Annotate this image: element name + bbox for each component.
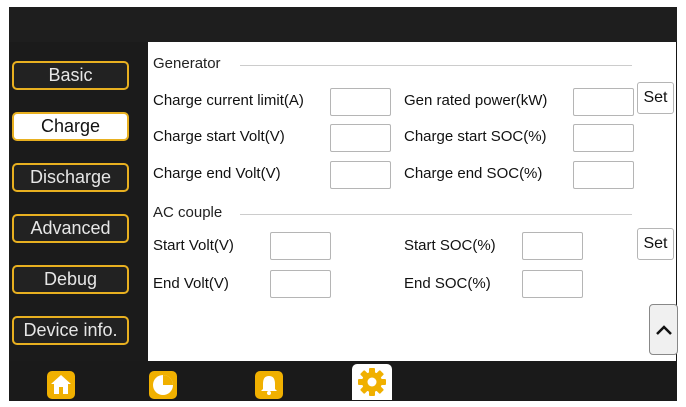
tab-settings[interactable] xyxy=(352,364,392,400)
section-divider xyxy=(240,65,632,66)
start-soc-input[interactable] xyxy=(522,232,583,260)
sidebar-item-discharge[interactable]: Discharge xyxy=(12,163,129,192)
sidebar-item-debug[interactable]: Debug xyxy=(12,265,129,294)
charge-end-volt-label: Charge end Volt(V) xyxy=(153,165,281,182)
charge-current-limit-input[interactable] xyxy=(330,88,391,116)
charge-start-soc-input[interactable] xyxy=(573,124,634,152)
ac-couple-set-button[interactable]: Set xyxy=(637,228,674,260)
charge-start-soc-label: Charge start SOC(%) xyxy=(404,128,547,145)
start-soc-label: Start SOC(%) xyxy=(404,237,496,254)
generator-set-button[interactable]: Set xyxy=(637,82,674,114)
generator-section-title: Generator xyxy=(153,55,221,72)
start-volt-label: Start Volt(V) xyxy=(153,237,234,254)
sidebar-item-basic[interactable]: Basic xyxy=(12,61,129,90)
gear-icon xyxy=(358,368,386,396)
charge-start-volt-input[interactable] xyxy=(330,124,391,152)
tab-home[interactable] xyxy=(44,368,78,402)
sidebar-item-advanced[interactable]: Advanced xyxy=(12,214,129,243)
charge-current-limit-label: Charge current limit(A) xyxy=(153,92,304,109)
charge-end-soc-input[interactable] xyxy=(573,161,634,189)
ac-couple-section-title: AC couple xyxy=(153,204,223,221)
end-soc-input[interactable] xyxy=(522,270,583,298)
tab-statistics[interactable] xyxy=(146,368,180,402)
charge-end-volt-input[interactable] xyxy=(330,161,391,189)
chevron-up-icon xyxy=(655,324,672,335)
gen-rated-power-label: Gen rated power(kW) xyxy=(404,92,548,109)
section-divider xyxy=(240,214,632,215)
sidebar-item-device-info[interactable]: Device info. xyxy=(12,316,129,345)
start-volt-input[interactable] xyxy=(270,232,331,260)
home-icon xyxy=(47,371,75,399)
bell-icon xyxy=(255,371,283,399)
pie-chart-icon xyxy=(149,371,177,399)
sidebar-item-charge[interactable]: Charge xyxy=(12,112,129,141)
scroll-up-button[interactable] xyxy=(649,304,678,355)
charge-start-volt-label: Charge start Volt(V) xyxy=(153,128,285,145)
end-volt-input[interactable] xyxy=(270,270,331,298)
end-volt-label: End Volt(V) xyxy=(153,275,229,292)
gen-rated-power-input[interactable] xyxy=(573,88,634,116)
tab-alarms[interactable] xyxy=(252,368,286,402)
charge-end-soc-label: Charge end SOC(%) xyxy=(404,165,543,182)
end-soc-label: End SOC(%) xyxy=(404,275,491,292)
top-bar xyxy=(9,7,677,42)
bottom-tab-bar xyxy=(9,361,677,401)
